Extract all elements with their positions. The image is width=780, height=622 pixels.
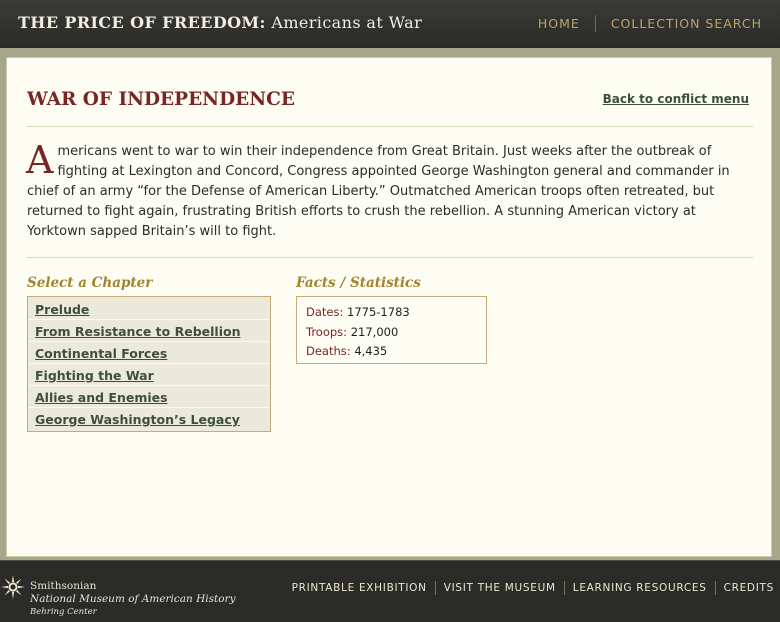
footer-link-printable-exhibition[interactable]: PRINTABLE EXHIBITION xyxy=(292,582,427,594)
chapter-item: Continental Forces xyxy=(29,342,269,364)
fact-value: 217,000 xyxy=(350,324,399,339)
footer-link-visit-museum[interactable]: VISIT THE MUSEUM xyxy=(444,582,556,594)
chapter-link-fighting-the-war[interactable]: Fighting the War xyxy=(35,368,154,383)
site-title-rest: Americans at War xyxy=(271,13,423,32)
nav-collection-search-link[interactable]: COLLECTION SEARCH xyxy=(611,16,762,31)
drop-cap: A xyxy=(26,138,54,182)
site-footer: Smithsonian National Museum of American … xyxy=(0,560,780,622)
nav-divider xyxy=(594,15,596,32)
facts-box: Dates: 1775-1783 Troops: 217,000 Deaths:… xyxy=(296,296,487,364)
fact-row-dates: Dates: 1775-1783 xyxy=(306,303,477,323)
chapter-item: Allies and Enemies xyxy=(29,386,269,408)
page-title: WAR OF INDEPENDENCE xyxy=(27,89,295,110)
divider xyxy=(27,257,753,258)
fact-row-troops: Troops: 217,000 xyxy=(306,323,477,343)
chapter-link-washington-legacy[interactable]: George Washington’s Legacy xyxy=(35,412,240,427)
fact-label: Deaths: xyxy=(306,344,351,358)
chapter-link-continental-forces[interactable]: Continental Forces xyxy=(35,346,167,361)
back-to-conflict-menu-link[interactable]: Back to conflict menu xyxy=(603,92,749,106)
chapter-item: Fighting the War xyxy=(29,364,269,386)
chapter-link-prelude[interactable]: Prelude xyxy=(35,302,89,317)
chapter-item: From Resistance to Rebellion xyxy=(29,320,269,342)
site-title[interactable]: The Price of Freedom: Americans at War xyxy=(18,13,422,32)
main-content: WAR OF INDEPENDENCE Back to conflict men… xyxy=(6,57,772,557)
chapter-link-allies-and-enemies[interactable]: Allies and Enemies xyxy=(35,390,168,405)
fact-value: 4,435 xyxy=(354,344,388,358)
footer-divider xyxy=(434,581,436,595)
nav-home-link[interactable]: HOME xyxy=(538,16,580,31)
content-frame: WAR OF INDEPENDENCE Back to conflict men… xyxy=(0,48,780,560)
museum-logo[interactable]: Smithsonian National Museum of American … xyxy=(30,580,236,618)
footer-link-learning-resources[interactable]: LEARNING RESOURCES xyxy=(573,582,707,594)
smithsonian-sun-icon[interactable] xyxy=(1,575,25,599)
fact-value: 1775-1783 xyxy=(347,305,410,319)
chapter-item: Prelude xyxy=(29,298,269,320)
top-nav: HOME COLLECTION SEARCH xyxy=(538,15,762,32)
fact-label: Troops: xyxy=(306,324,348,339)
chapter-link-resistance-to-rebellion[interactable]: From Resistance to Rebellion xyxy=(35,324,240,339)
footer-divider xyxy=(714,581,716,595)
logo-line-smithsonian: Smithsonian xyxy=(30,580,97,592)
site-header: The Price of Freedom: Americans at War H… xyxy=(0,0,780,48)
intro-paragraph: A mericans went to war to win their inde… xyxy=(26,138,732,242)
logo-line-museum: National Museum of American History xyxy=(30,593,236,605)
divider xyxy=(27,126,753,127)
chapter-list: Prelude From Resistance to Rebellion Con… xyxy=(27,296,271,432)
footer-nav: PRINTABLE EXHIBITION VISIT THE MUSEUM LE… xyxy=(292,581,774,595)
fact-label: Dates: xyxy=(306,305,344,319)
logo-line-center: Behring Center xyxy=(30,607,97,617)
intro-text: mericans went to war to win their indepe… xyxy=(27,144,730,239)
site-title-strong: The Price of Freedom: xyxy=(18,13,266,32)
facts-heading: Facts / Statistics xyxy=(296,275,421,291)
footer-link-credits[interactable]: CREDITS xyxy=(724,582,774,594)
chapters-heading: Select a Chapter xyxy=(27,275,153,291)
fact-row-deaths: Deaths: 4,435 xyxy=(306,342,477,362)
chapter-item: George Washington’s Legacy xyxy=(29,408,269,430)
footer-divider xyxy=(563,581,565,595)
